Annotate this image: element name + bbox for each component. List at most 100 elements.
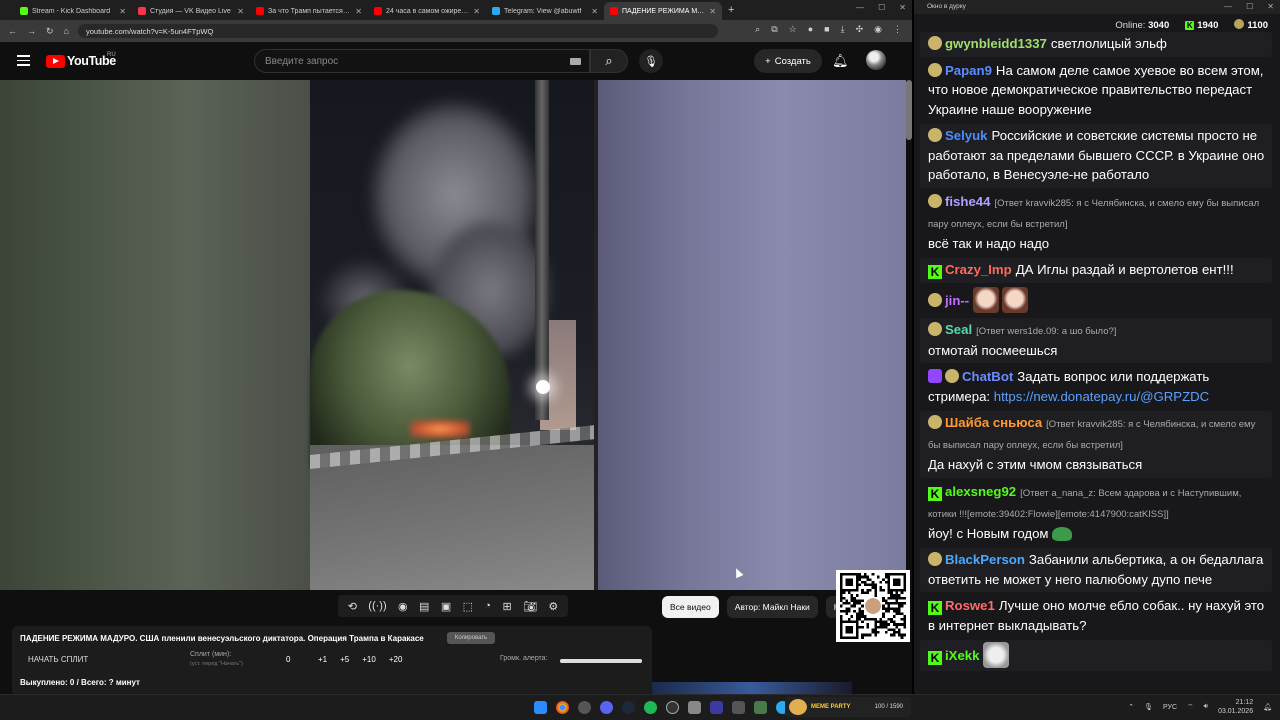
search-input[interactable]: Введите запрос [254, 49, 590, 73]
split-value[interactable]: 0 [286, 655, 290, 664]
tab-close-icon[interactable]: ✕ [237, 7, 244, 16]
voice-search-button[interactable]: 🎙︎ [639, 49, 663, 73]
chrome-icon[interactable] [556, 701, 569, 714]
add-20-button[interactable]: +20 [389, 655, 403, 664]
meme-party-widget[interactable]: MEME PARTY 100 / 1590 [785, 697, 911, 717]
search-taskbar-icon[interactable] [578, 701, 591, 714]
search-icon: ⌕ [605, 53, 613, 68]
downloads-icon[interactable]: ⤓ [841, 24, 845, 35]
chat-messages[interactable]: gwynbleidd1337 светлолицый эльф Papan9 На с… [914, 32, 1280, 684]
chevron-up-icon[interactable]: ⌃ [1128, 703, 1134, 711]
chat-username[interactable]: iXekk [945, 648, 979, 663]
mic-tray-icon[interactable]: 🎙︎ [1144, 703, 1153, 711]
app-icon[interactable] [732, 701, 745, 714]
back-icon[interactable]: ← [8, 26, 17, 36]
tab-close-icon[interactable]: ✕ [355, 7, 362, 16]
notifications-bell-icon[interactable]: 🔔︎ [832, 53, 849, 69]
add-clip-icon[interactable]: ⊞ [502, 600, 511, 613]
related-thumbnail[interactable] [652, 682, 852, 694]
reload-icon[interactable]: ↻ [46, 26, 54, 37]
screenshot-icon[interactable]: 📷︎ [523, 600, 537, 613]
tab-close-icon[interactable]: ✕ [473, 7, 480, 16]
new-tab-button[interactable]: + [728, 4, 734, 16]
chat-username[interactable]: Crazy_Imp [945, 262, 1012, 277]
video-player[interactable] [0, 80, 906, 590]
zoom-icon[interactable]: ⌕ [755, 24, 760, 35]
chat-username[interactable]: BlackPerson [945, 552, 1025, 567]
app-icon[interactable] [688, 701, 701, 714]
page-scrollbar[interactable] [906, 80, 912, 140]
speed-icon[interactable]: ◔ [484, 600, 491, 612]
discord-icon[interactable] [600, 701, 613, 714]
maximize-icon[interactable]: ☐ [1246, 2, 1253, 11]
browser-tab[interactable]: Stream - Kick Dashboard ✕ [14, 2, 132, 20]
chat-username[interactable]: fishe44 [945, 194, 990, 209]
extension-icon[interactable]: ● [808, 24, 813, 35]
profile-icon[interactable]: ◉ [874, 24, 882, 35]
add-5-button[interactable]: +5 [340, 655, 349, 664]
create-button[interactable]: + Создать [754, 49, 822, 73]
browser-tab[interactable]: 24 часа в самом ожиревшем ✕ [368, 2, 486, 20]
extension-badge-icon[interactable]: ■ [824, 24, 829, 35]
browser-tab[interactable]: ПАДЕНИЕ РЕЖИМА МАДУРО ✕ [604, 2, 722, 20]
crop-icon[interactable]: ▣ [441, 600, 451, 613]
gear-icon[interactable]: ⚙ [548, 600, 558, 613]
language-indicator[interactable]: РУС [1163, 704, 1177, 711]
broadcast-icon[interactable]: ((·)) [368, 600, 386, 612]
close-icon[interactable]: ✕ [899, 3, 906, 12]
url-field[interactable]: youtube.com/watch?v=K-5un4FTpWQ [78, 24, 718, 38]
chip-author[interactable]: Автор: Майкл Наки [726, 596, 818, 618]
chat-username[interactable]: Шайба сньюса [945, 415, 1042, 430]
close-icon[interactable]: ✕ [1267, 2, 1274, 11]
menu-kebab-icon[interactable]: ⋮ [893, 24, 902, 35]
youtube-logo[interactable]: YouTube RU [46, 52, 116, 68]
chat-username[interactable]: alexsneg92 [945, 484, 1016, 499]
start-split-button[interactable]: НАЧАТЬ СПЛИТ [28, 655, 88, 664]
home-icon[interactable]: ⌂ [64, 26, 69, 36]
loop-icon[interactable]: ⟲ [348, 600, 357, 613]
media-player-icon[interactable] [710, 701, 723, 714]
add-10-button[interactable]: +10 [362, 655, 376, 664]
browser-tab[interactable]: Telegram: View @abuwtf ✕ [486, 2, 604, 20]
maximize-icon[interactable]: ☐ [878, 3, 885, 12]
volume-icon[interactable]: 🔊︎ [1204, 703, 1208, 711]
tab-close-icon[interactable]: ✕ [709, 7, 716, 16]
minimize-icon[interactable]: — [1224, 2, 1232, 11]
film-icon[interactable]: ▤ [419, 600, 429, 613]
browser-tab[interactable]: За что Трамп пытается убить ✕ [250, 2, 368, 20]
keyboard-icon[interactable] [570, 58, 581, 65]
network-icon[interactable]: ⌔ [1187, 703, 1194, 712]
chip-all-videos[interactable]: Все видео [662, 596, 719, 618]
chat-username[interactable]: Selyuk [945, 128, 988, 143]
alert-volume-slider[interactable] [560, 659, 642, 663]
spotify-icon[interactable] [644, 701, 657, 714]
avatar[interactable] [866, 50, 886, 70]
notifications-icon[interactable]: 🔔︎ [1263, 703, 1272, 711]
eye-icon[interactable]: ◉ [398, 600, 408, 613]
chat-link[interactable]: https://new.donatepay.ru/@GRPZDC [994, 389, 1209, 404]
browser-tab[interactable]: Студия — VK Видео Live ✕ [132, 2, 250, 20]
steam-icon[interactable] [622, 701, 635, 714]
bookmark-star-icon[interactable]: ☆ [789, 24, 797, 35]
search-button[interactable]: ⌕ [590, 49, 628, 73]
add-1-button[interactable]: +1 [318, 655, 327, 664]
obs-icon[interactable] [666, 701, 679, 714]
menu-hamburger-icon[interactable] [17, 55, 30, 66]
copy-button[interactable]: Копировать [447, 632, 495, 644]
chat-username[interactable]: Seal [945, 322, 972, 337]
forward-icon[interactable]: → [27, 26, 36, 36]
extensions-puzzle-icon[interactable]: ✣ [856, 24, 864, 35]
frame-icon[interactable]: ⬚ [463, 600, 473, 613]
minimize-icon[interactable]: — [856, 3, 864, 12]
chat-username[interactable]: gwynbleidd1337 [945, 36, 1047, 51]
chat-username[interactable]: Papan9 [945, 63, 992, 78]
cast-icon[interactable]: ⧉ [771, 24, 777, 35]
app-icon[interactable] [754, 701, 767, 714]
chat-username[interactable]: Roswe1 [945, 598, 995, 613]
windows-start-icon[interactable] [534, 701, 547, 714]
chat-username[interactable]: jin-- [945, 293, 969, 308]
tab-close-icon[interactable]: ✕ [591, 7, 598, 16]
tab-close-icon[interactable]: ✕ [119, 7, 126, 16]
chat-username[interactable]: ChatBot [962, 369, 1013, 384]
clock[interactable]: 21:12 03.01.2026 [1218, 698, 1253, 716]
